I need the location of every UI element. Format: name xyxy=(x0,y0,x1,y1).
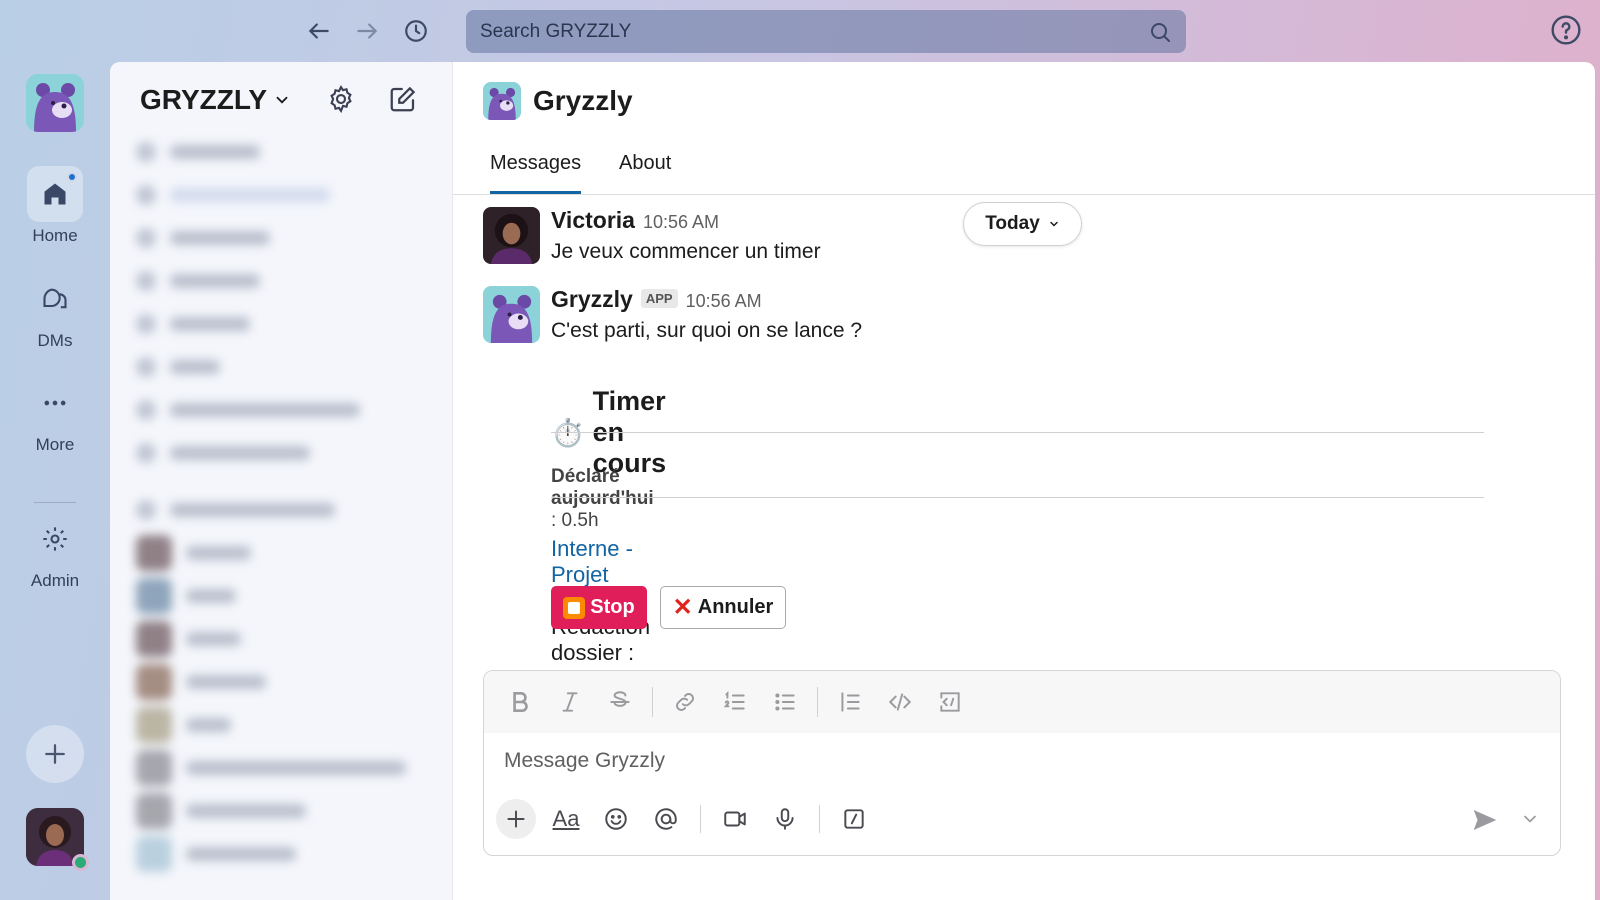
rail-item-more[interactable]: More xyxy=(0,375,110,455)
composer-toolbar: Aa xyxy=(496,799,874,839)
blurred-channel-list xyxy=(136,130,436,875)
message-time[interactable]: 10:56 AM xyxy=(643,212,719,233)
mention-icon[interactable] xyxy=(646,799,686,839)
cross-mark-icon: ✕ xyxy=(672,593,693,621)
workspace-name[interactable]: GRYZZLY xyxy=(140,84,291,116)
slash-command-icon[interactable] xyxy=(834,799,874,839)
notification-dot xyxy=(67,172,77,182)
blockquote-icon[interactable] xyxy=(832,684,868,720)
gear-icon xyxy=(27,511,83,567)
bear-logo-icon xyxy=(26,74,84,132)
help-icon[interactable] xyxy=(1550,14,1582,46)
bear-logo-icon xyxy=(483,286,540,343)
attach-plus-icon[interactable] xyxy=(496,799,536,839)
bold-icon[interactable] xyxy=(502,684,538,720)
declared-today: Déclaré aujourd'hui : 0.5h xyxy=(551,466,654,532)
author-avatar[interactable] xyxy=(483,286,540,343)
send-icon[interactable] xyxy=(1470,805,1500,835)
main-panel: GRYZZLY Gryzzly Messages About Victoria … xyxy=(110,62,1595,900)
bear-logo-icon xyxy=(483,82,521,120)
home-icon xyxy=(27,166,83,222)
rail-label-more: More xyxy=(35,435,75,454)
channel-logo xyxy=(483,82,521,120)
rail-item-home[interactable]: Home xyxy=(0,166,110,246)
video-icon[interactable] xyxy=(715,799,755,839)
italic-icon[interactable] xyxy=(552,684,588,720)
chevron-down-icon xyxy=(276,96,288,104)
stop-label: Stop xyxy=(590,596,635,618)
timer-divider xyxy=(551,432,1484,433)
date-divider-button[interactable]: Today xyxy=(963,202,1082,246)
channel-sidebar: GRYZZLY xyxy=(110,62,453,900)
emoji-icon[interactable] xyxy=(596,799,636,839)
timer-divider xyxy=(551,497,1484,498)
forward-arrow-icon[interactable] xyxy=(350,14,384,48)
back-arrow-icon[interactable] xyxy=(302,14,336,48)
code-block-icon[interactable] xyxy=(932,684,968,720)
conversation-pane: Gryzzly Messages About Victoria 10:56 AM xyxy=(453,62,1595,900)
strikethrough-icon[interactable] xyxy=(602,684,638,720)
rail-label-home: Home xyxy=(32,226,78,245)
rail-label-admin: Admin xyxy=(30,571,80,590)
declared-value: : 0.5h xyxy=(551,510,599,531)
cancel-button[interactable]: ✕ Annuler xyxy=(660,586,786,629)
settings-button[interactable] xyxy=(326,84,360,118)
formatting-toolbar xyxy=(484,671,1560,733)
compose-button[interactable] xyxy=(388,84,422,118)
message-author[interactable]: Gryzzly xyxy=(551,286,633,313)
message-body: Gryzzly APP 10:56 AM C'est parti, sur qu… xyxy=(551,286,1511,343)
history-clock-icon[interactable] xyxy=(399,14,433,48)
add-workspace-button[interactable] xyxy=(26,725,84,783)
message-text: C'est parti, sur quoi on se lance ? xyxy=(551,319,863,342)
gear-icon xyxy=(330,85,352,114)
ordered-list-icon[interactable] xyxy=(717,684,753,720)
author-avatar[interactable] xyxy=(483,207,540,264)
compose-icon xyxy=(390,86,416,112)
stop-button[interactable]: Stop xyxy=(551,586,647,629)
user-avatar[interactable] xyxy=(26,808,89,871)
text-format-icon[interactable]: Aa xyxy=(546,799,586,839)
tab-messages[interactable]: Messages xyxy=(490,150,582,194)
chevron-down-icon[interactable] xyxy=(1520,809,1540,829)
channel-title: Gryzzly xyxy=(533,85,633,116)
rail-item-admin[interactable]: Admin xyxy=(0,511,110,591)
message-author[interactable]: Victoria xyxy=(551,207,635,234)
search-bar[interactable]: Search GRYZZLY xyxy=(466,10,1186,53)
more-dots-icon xyxy=(27,375,83,431)
search-icon xyxy=(1151,22,1170,42)
plus-icon xyxy=(45,744,65,764)
top-bar: Search GRYZZLY xyxy=(0,0,1600,62)
code-icon[interactable] xyxy=(882,684,918,720)
bulleted-list-icon[interactable] xyxy=(767,684,803,720)
rail-label-dms: DMs xyxy=(37,331,73,350)
declared-label: Déclaré aujourd'hui xyxy=(551,466,654,509)
rail-divider xyxy=(34,502,76,503)
dms-icon xyxy=(27,271,83,327)
chevron-down-icon xyxy=(1050,221,1058,227)
workspace-name-text: GRYZZLY xyxy=(140,84,268,115)
microphone-icon[interactable] xyxy=(765,799,805,839)
workspace-rail: Home DMs More Admin xyxy=(0,62,110,900)
cancel-label: Annuler xyxy=(697,596,774,618)
message-composer: Aa xyxy=(483,670,1561,856)
message-input[interactable] xyxy=(504,749,1404,773)
user-photo-icon xyxy=(483,207,540,264)
rail-item-dms[interactable]: DMs xyxy=(0,271,110,351)
online-status-dot xyxy=(72,854,89,871)
channel-tabs: Messages About xyxy=(453,150,1595,195)
channel-header[interactable]: Gryzzly xyxy=(483,82,633,120)
stop-square-icon xyxy=(563,596,586,619)
tab-about[interactable]: About xyxy=(619,150,671,194)
date-divider-label: Today xyxy=(985,213,1040,234)
workspace-logo[interactable] xyxy=(26,74,84,132)
app-badge: APP xyxy=(640,289,678,308)
link-icon[interactable] xyxy=(667,684,703,720)
search-placeholder: Search GRYZZLY xyxy=(480,20,632,42)
message-time[interactable]: 10:56 AM xyxy=(686,291,762,312)
